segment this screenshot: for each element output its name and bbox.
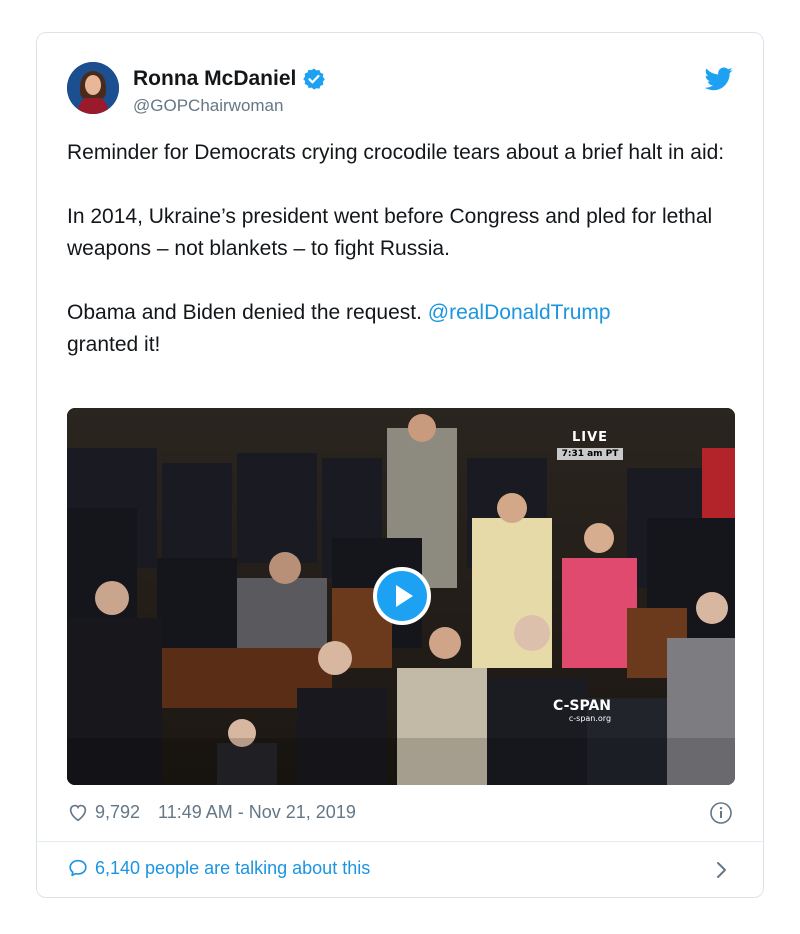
mention-link[interactable]: @realDonaldTrump [428, 301, 611, 324]
comment-icon [69, 859, 87, 877]
video-player[interactable]: LIVE 7:31 am PT C-SPAN c-span.org [67, 408, 735, 785]
divider [37, 841, 763, 842]
live-indicator: LIVE 7:31 am PT [557, 430, 623, 460]
live-label: LIVE [571, 430, 609, 445]
network-name: C-SPAN [553, 698, 612, 714]
talking-text[interactable]: 6,140 people are talking about this [95, 858, 370, 879]
verified-badge-icon [303, 68, 326, 90]
tweet-meta: 9,792 11:49 AM - Nov 21, 2019 [67, 801, 356, 823]
tweet-text-segment: Obama and Biden denied the request. [67, 301, 428, 324]
twitter-bird-icon[interactable] [705, 67, 733, 91]
author-handle[interactable]: @GOPChairwoman [133, 96, 283, 116]
tweet-text: Reminder for Democrats crying crocodile … [67, 137, 737, 361]
talking-link[interactable]: 6,140 people are talking about this [67, 857, 370, 879]
chevron-right-icon[interactable] [715, 859, 729, 881]
network-url: c-span.org [568, 714, 612, 723]
author-name[interactable]: Ronna McDaniel [133, 67, 296, 91]
play-button[interactable] [373, 567, 431, 625]
author-avatar[interactable] [67, 62, 119, 114]
tweet-paragraph-3: Obama and Biden denied the request. @rea… [67, 297, 737, 361]
timestamp[interactable]: 11:49 AM - Nov 21, 2019 [158, 802, 356, 823]
tweet-text-segment: granted it! [67, 333, 161, 356]
like-count[interactable]: 9,792 [95, 802, 140, 823]
heart-icon[interactable] [67, 801, 89, 823]
live-time: 7:31 am PT [557, 448, 623, 460]
tweet-paragraph-2: In 2014, Ukraine’s president went before… [67, 205, 713, 260]
info-icon[interactable] [709, 801, 733, 825]
network-logo: C-SPAN c-span.org [553, 698, 611, 724]
tweet-paragraph-1: Reminder for Democrats crying crocodile … [67, 141, 725, 164]
author-name-row[interactable]: Ronna McDaniel [133, 67, 326, 91]
tweet-card: Ronna McDaniel @GOPChairwoman Reminder f… [36, 32, 764, 898]
play-icon [396, 585, 413, 607]
